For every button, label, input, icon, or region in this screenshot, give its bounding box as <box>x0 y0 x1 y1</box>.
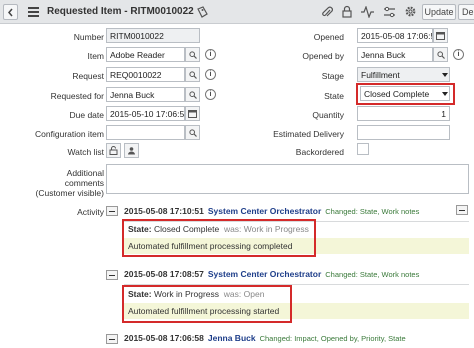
number-label: Number <box>73 32 104 42</box>
configuration-item-lookup-button[interactable] <box>185 125 200 140</box>
activity-entry-user[interactable]: Jenna Buck <box>208 333 256 343</box>
estimated-delivery-field[interactable] <box>357 125 450 140</box>
activity-highlight-box <box>122 285 292 323</box>
item-lookup-button[interactable] <box>185 47 200 62</box>
stage-label: Stage <box>321 71 344 81</box>
stage-chevron-down-icon <box>442 73 448 77</box>
configuration-item-label: Configuration item <box>35 129 104 139</box>
request-label: Request <box>72 71 104 81</box>
requested-for-field[interactable]: Jenna Buck <box>106 87 185 102</box>
gear-icon[interactable] <box>404 5 417 18</box>
watch-list-label: Watch list <box>67 147 104 157</box>
activity-entry-changed: Changed: Impact, Opened by, Priority, St… <box>259 334 406 343</box>
requested-for-label: Requested for <box>50 91 104 101</box>
form-header: Requested Item - RITM0010022 Update De <box>0 0 474 24</box>
configuration-item-field[interactable] <box>106 125 185 140</box>
request-info-icon[interactable]: i <box>205 69 216 80</box>
item-label: Item <box>87 51 104 61</box>
activity-entry-time: 2015-05-08 17:08:57 <box>124 269 204 279</box>
back-button[interactable] <box>3 4 18 20</box>
due-date-calendar-button[interactable] <box>185 106 200 121</box>
chevron-left-icon <box>8 8 13 16</box>
magnifier-icon <box>188 128 197 137</box>
state-highlight-box <box>356 83 455 105</box>
activity-collapse-all-button[interactable] <box>456 205 468 215</box>
activity-entry-collapse-button[interactable] <box>106 206 118 216</box>
magnifier-icon <box>436 50 445 59</box>
magnifier-icon <box>188 90 197 99</box>
magnifier-icon <box>188 70 197 79</box>
opened-by-field[interactable]: Jenna Buck <box>357 47 433 62</box>
activity-entry-collapse-button[interactable] <box>106 270 118 280</box>
activity-entry-header: 2015-05-08 17:06:58 Jenna Buck Changed: Im… <box>124 333 406 343</box>
quantity-field[interactable]: 1 <box>357 106 450 121</box>
item-field[interactable]: Adobe Reader <box>106 47 185 62</box>
number-field[interactable]: RITM0010022 <box>106 28 200 43</box>
due-date-field[interactable]: 2015-05-10 17:06:5 <box>106 106 185 121</box>
lock-icon <box>109 146 118 155</box>
lock-icon[interactable] <box>341 5 353 18</box>
activity-pulse-icon[interactable] <box>361 6 374 18</box>
backordered-checkbox[interactable] <box>357 143 369 155</box>
activity-entry-user[interactable]: System Center Orchestrator <box>208 269 321 279</box>
additional-comments-label: Additional comments (Customer visible) <box>35 168 105 198</box>
watch-list-add-me-button[interactable] <box>124 143 139 158</box>
activity-entry-time: 2015-05-08 17:10:51 <box>124 206 204 216</box>
activity-entry-collapse-button[interactable] <box>106 334 118 344</box>
due-date-label: Due date <box>69 110 105 120</box>
request-field[interactable]: REQ0010022 <box>106 67 185 82</box>
backordered-label: Backordered <box>295 147 344 157</box>
page-title: Requested Item - RITM0010022 <box>47 6 194 17</box>
opened-by-info-icon[interactable]: i <box>453 49 464 60</box>
stage-select[interactable]: Fulfillment <box>357 67 450 82</box>
opened-calendar-button[interactable] <box>433 28 448 43</box>
request-lookup-button[interactable] <box>185 67 200 82</box>
activity-entry-changed: Changed: State, Work notes <box>325 270 420 279</box>
calendar-icon <box>436 32 445 40</box>
item-info-icon[interactable]: i <box>205 49 216 60</box>
paperclip-icon[interactable] <box>321 6 333 19</box>
update-button[interactable]: Update <box>422 4 456 20</box>
activity-label: Activity <box>77 207 104 217</box>
additional-comments-textarea[interactable] <box>106 164 469 194</box>
opened-field[interactable]: 2015-05-08 17:06:5 <box>357 28 433 43</box>
hamburger-menu-icon[interactable] <box>28 7 39 17</box>
estimated-delivery-label: Estimated Delivery <box>273 129 344 139</box>
opened-label: Opened <box>313 32 344 42</box>
activity-entry-changed: Changed: State, Work notes <box>325 207 420 216</box>
requested-for-lookup-button[interactable] <box>185 87 200 102</box>
watch-list-unlock-button[interactable] <box>106 143 121 158</box>
state-label: State <box>324 91 344 101</box>
opened-by-label: Opened by <box>302 51 344 61</box>
activity-entry-user[interactable]: System Center Orchestrator <box>208 206 321 216</box>
sliders-icon[interactable] <box>383 6 396 18</box>
requested-for-info-icon[interactable]: i <box>205 89 216 100</box>
magnifier-icon <box>188 50 197 59</box>
activity-entry-header: 2015-05-08 17:10:51 System Center Orchest… <box>124 206 419 216</box>
calendar-icon <box>188 110 197 118</box>
activity-entry-header: 2015-05-08 17:08:57 System Center Orchest… <box>124 269 419 279</box>
activity-entry-time: 2015-05-08 17:06:58 <box>124 333 204 343</box>
add-me-icon <box>128 147 135 155</box>
activity-highlight-box <box>122 219 316 257</box>
opened-by-lookup-button[interactable] <box>433 47 448 62</box>
quantity-label: Quantity <box>312 110 344 120</box>
ticket-icon[interactable] <box>196 6 208 18</box>
delete-button[interactable]: De <box>458 4 474 20</box>
